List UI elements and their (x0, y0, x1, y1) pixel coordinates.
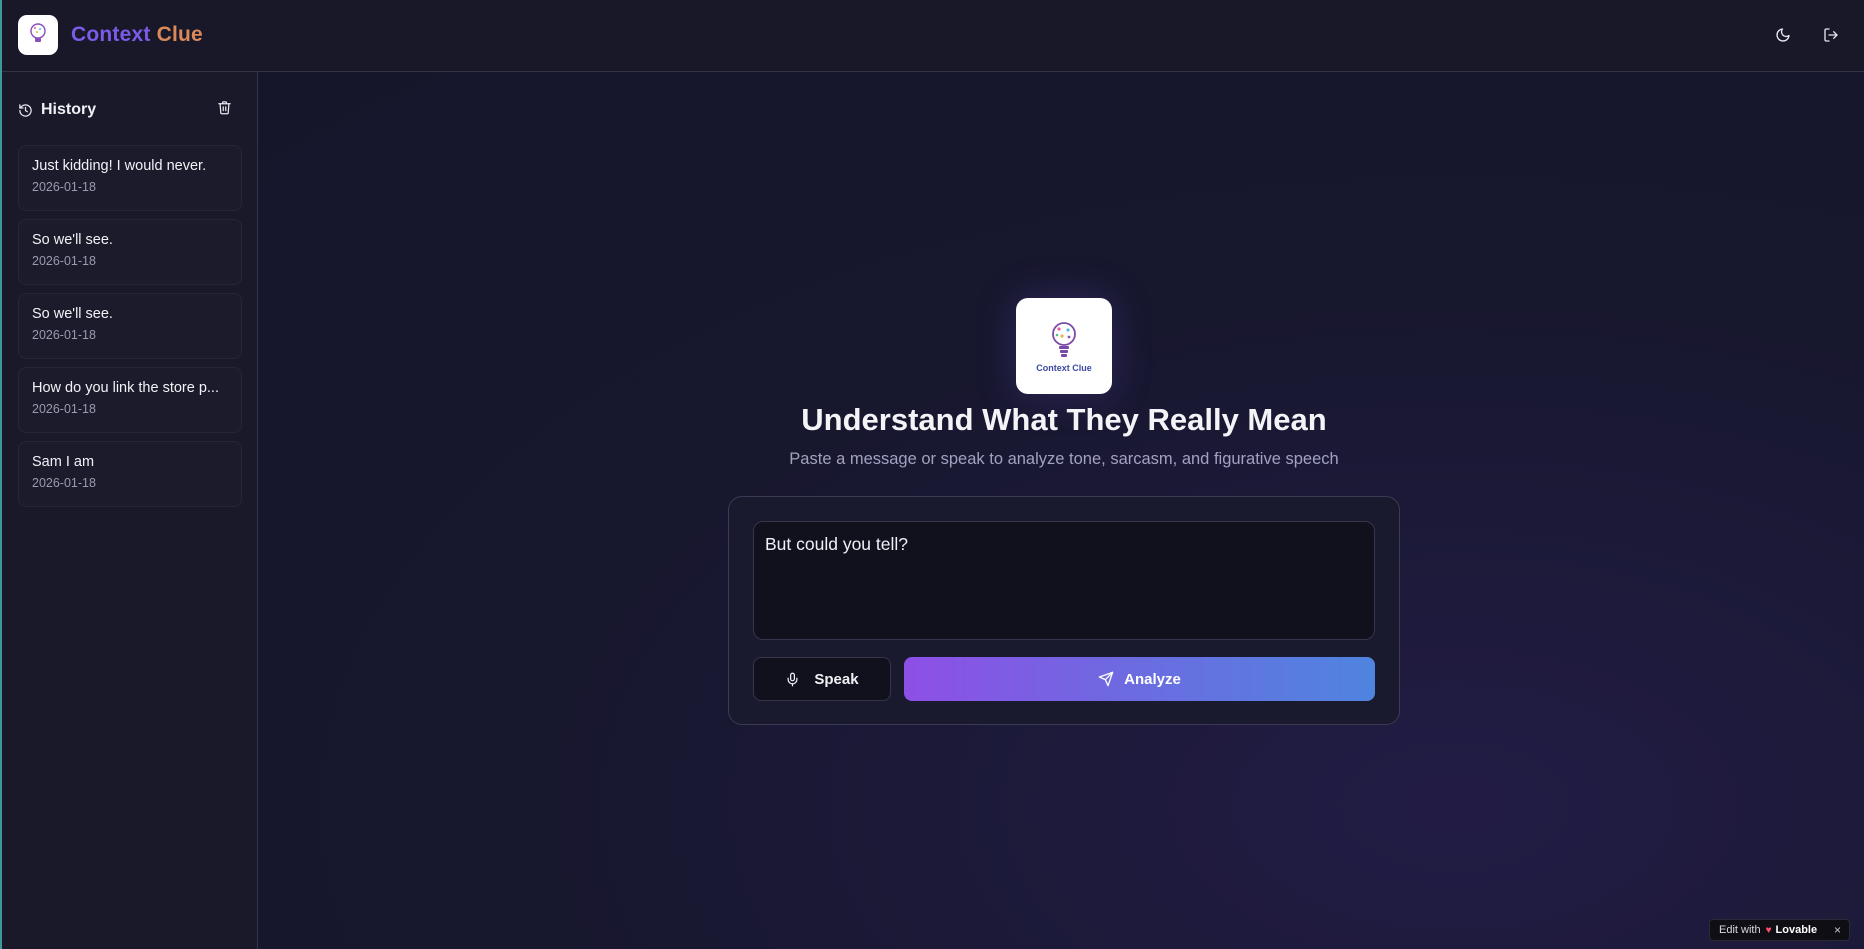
history-item-text: So we'll see. (32, 232, 113, 248)
heart-icon: ♥ (1765, 924, 1772, 936)
lightbulb-logo-icon (1052, 322, 1076, 357)
history-item[interactable]: Sam I am 2026-01-18 (18, 441, 242, 507)
lightbulb-logo-icon (30, 23, 46, 42)
history-header: History (18, 98, 240, 122)
page-subtitle: Paste a message or speak to analyze tone… (789, 450, 1339, 468)
history-item-date: 2026-01-18 (32, 180, 96, 194)
badge-brand: Lovable (1775, 924, 1818, 936)
analyze-label: Analyze (1124, 670, 1181, 688)
history-item[interactable]: Just kidding! I would never. 2026-01-18 (18, 145, 242, 211)
history-item-date: 2026-01-18 (32, 476, 96, 490)
analyze-button[interactable]: Analyze (904, 657, 1375, 701)
history-item-date: 2026-01-18 (32, 254, 96, 268)
history-sidebar: History Just kidding! I would never. 202… (2, 72, 258, 949)
history-item-text: Just kidding! I would never. (32, 158, 207, 174)
trash-icon (218, 101, 231, 115)
badge-prefix: Edit with (1719, 924, 1761, 936)
history-item[interactable]: So we'll see. 2026-01-18 (18, 293, 242, 359)
history-title: History (41, 101, 97, 118)
analyze-card: But could you tell? Speak Analyze (728, 496, 1400, 725)
brand-name: Context Clue (71, 23, 203, 47)
app-logo[interactable] (18, 15, 58, 55)
logout-button[interactable] (1818, 22, 1844, 48)
brand-part-2: Clue (156, 23, 203, 46)
history-item-date: 2026-01-18 (32, 402, 96, 416)
logout-icon (1824, 28, 1838, 42)
edit-with-lovable-badge[interactable]: Edit with ♥ Lovable × (1709, 919, 1850, 941)
speak-button[interactable]: Speak (753, 657, 891, 701)
brand-part-1: Context (71, 23, 151, 46)
clear-history-button[interactable] (217, 100, 232, 120)
close-icon[interactable]: × (1834, 923, 1841, 937)
hero-logo: Context Clue (1016, 298, 1112, 394)
history-item-date: 2026-01-18 (32, 328, 96, 342)
history-item-text: Sam I am (32, 454, 95, 470)
app-window: Context Clue History Just kidding! I wou… (0, 0, 1864, 949)
send-icon (1098, 671, 1114, 687)
history-item[interactable]: How do you link the store p... 2026-01-1… (18, 367, 242, 433)
history-item-text: How do you link the store p... (32, 380, 219, 396)
history-item[interactable]: So we'll see. 2026-01-18 (18, 219, 242, 285)
history-list: Just kidding! I would never. 2026-01-18 … (18, 145, 242, 515)
moon-icon (1776, 28, 1790, 42)
hero-logo-text: Context Clue (1036, 363, 1092, 373)
theme-toggle-button[interactable] (1770, 22, 1796, 48)
speak-label: Speak (814, 670, 859, 688)
page-title: Understand What They Really Mean (801, 402, 1327, 437)
top-bar: Context Clue (2, 0, 1864, 72)
history-item-text: So we'll see. (32, 306, 113, 322)
message-input[interactable]: But could you tell? (753, 521, 1375, 640)
history-icon (19, 103, 32, 117)
microphone-icon (787, 672, 798, 686)
